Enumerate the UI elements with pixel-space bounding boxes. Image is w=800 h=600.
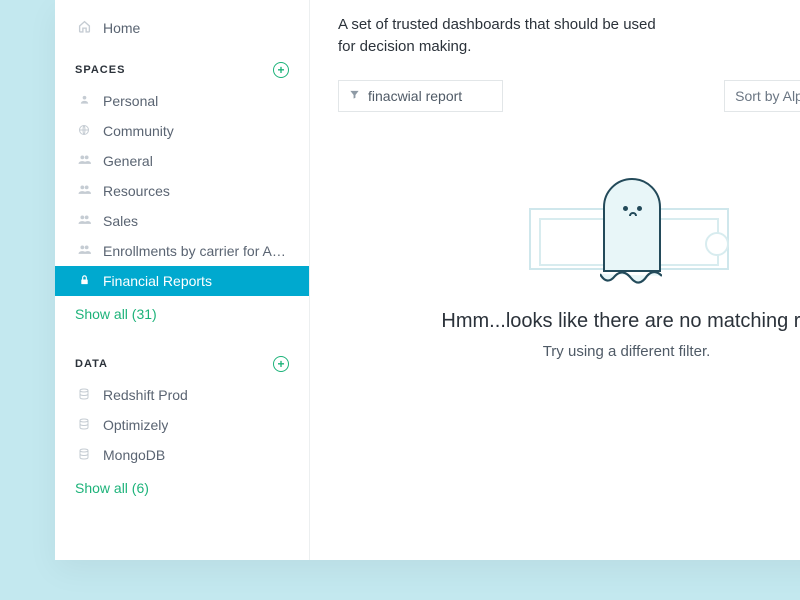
sidebar-item-label: General bbox=[103, 153, 153, 169]
sidebar-item-label: Optimizely bbox=[103, 417, 168, 433]
sidebar-item-label: Personal bbox=[103, 93, 158, 109]
sidebar-item-resources[interactable]: Resources bbox=[55, 176, 309, 206]
sidebar-item-label: Resources bbox=[103, 183, 170, 199]
people-icon bbox=[75, 154, 93, 168]
spaces-title: SPACES bbox=[75, 64, 125, 76]
home-icon bbox=[75, 20, 93, 36]
home-link[interactable]: Home bbox=[55, 12, 309, 46]
sidebar-item-label: Financial Reports bbox=[103, 273, 212, 289]
sidebar-item-financial-reports[interactable]: Financial Reports bbox=[55, 266, 309, 296]
main-content: A set of trusted dashboards that should … bbox=[310, 0, 800, 560]
spaces-header: SPACES + bbox=[55, 46, 309, 86]
sidebar-item-redshift[interactable]: Redshift Prod bbox=[55, 380, 309, 410]
people-icon bbox=[75, 214, 93, 228]
people-icon bbox=[75, 184, 93, 198]
sidebar: Home SPACES + Personal Community General bbox=[55, 0, 310, 560]
filter-value: finacwial report bbox=[368, 88, 462, 104]
data-header: DATA + bbox=[55, 340, 309, 380]
controls-row: finacwial report Sort by Alphabe bbox=[338, 80, 800, 112]
sidebar-item-label: Enrollments by carrier for AD a.. bbox=[103, 243, 289, 259]
lock-icon bbox=[75, 274, 93, 289]
sidebar-item-enrollments[interactable]: Enrollments by carrier for AD a.. bbox=[55, 236, 309, 266]
person-icon bbox=[75, 94, 93, 108]
filter-input[interactable]: finacwial report bbox=[338, 80, 503, 112]
sort-dropdown[interactable]: Sort by Alphabe bbox=[724, 80, 800, 112]
show-all-data[interactable]: Show all (6) bbox=[55, 470, 309, 514]
database-icon bbox=[75, 388, 93, 403]
empty-state: Hmm...looks like there are no matching r… bbox=[338, 122, 800, 561]
filter-icon bbox=[349, 89, 360, 103]
sidebar-item-personal[interactable]: Personal bbox=[55, 86, 309, 116]
add-data-button[interactable]: + bbox=[273, 356, 289, 372]
people-icon bbox=[75, 244, 93, 258]
globe-icon bbox=[75, 124, 93, 139]
data-title: DATA bbox=[75, 358, 108, 370]
app-window: Home SPACES + Personal Community General bbox=[55, 0, 800, 560]
sidebar-item-optimizely[interactable]: Optimizely bbox=[55, 410, 309, 440]
show-all-spaces[interactable]: Show all (31) bbox=[55, 296, 309, 340]
database-icon bbox=[75, 448, 93, 463]
sidebar-item-sales[interactable]: Sales bbox=[55, 206, 309, 236]
sidebar-item-label: Community bbox=[103, 123, 174, 139]
sidebar-item-mongodb[interactable]: MongoDB bbox=[55, 440, 309, 470]
sidebar-item-general[interactable]: General bbox=[55, 146, 309, 176]
empty-title: Hmm...looks like there are no matching r… bbox=[441, 310, 800, 333]
header-row: A set of trusted dashboards that should … bbox=[338, 14, 800, 58]
sidebar-item-label: MongoDB bbox=[103, 447, 165, 463]
sidebar-item-label: Redshift Prod bbox=[103, 387, 188, 403]
empty-subtitle: Try using a different filter. bbox=[543, 343, 711, 360]
space-description: A set of trusted dashboards that should … bbox=[338, 14, 668, 58]
sidebar-item-label: Sales bbox=[103, 213, 138, 229]
sidebar-item-community[interactable]: Community bbox=[55, 116, 309, 146]
home-label: Home bbox=[103, 20, 140, 36]
ghost-illustration bbox=[507, 178, 747, 288]
database-icon bbox=[75, 418, 93, 433]
add-space-button[interactable]: + bbox=[273, 62, 289, 78]
